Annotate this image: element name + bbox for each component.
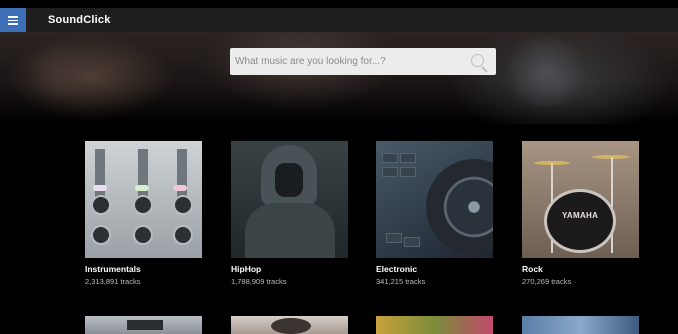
genre-card-electronic[interactable]: Electronic 341,215 tracks <box>376 141 493 286</box>
search-input[interactable] <box>230 48 468 75</box>
genre-card-partial[interactable] <box>85 316 202 334</box>
hero-banner <box>0 32 678 124</box>
genre-title[interactable]: HipHop <box>231 264 348 274</box>
genre-card-hiphop[interactable]: HipHop 1,788,909 tracks <box>231 141 348 286</box>
genre-track-count: 341,215 tracks <box>376 277 426 286</box>
app-title[interactable]: SoundClick <box>48 14 111 26</box>
hero-background-image <box>30 42 90 102</box>
genre-card-partial[interactable] <box>231 316 348 334</box>
genre-track-count: 1,788,909 tracks <box>231 277 287 286</box>
search-icon[interactable] <box>468 51 490 73</box>
genre-card-rock[interactable]: YAMAHA Rock 270,269 tracks <box>522 141 639 286</box>
top-navigation-bar: SoundClick <box>0 8 678 32</box>
genre-track-count: 270,269 tracks <box>522 277 572 286</box>
genre-card-partial[interactable] <box>376 316 493 334</box>
search-bar <box>230 48 496 75</box>
genre-thumbnail[interactable] <box>376 141 493 258</box>
genre-card-partial[interactable] <box>522 316 639 334</box>
genre-title[interactable]: Electronic <box>376 264 493 274</box>
genre-title[interactable]: Rock <box>522 264 639 274</box>
genre-thumbnail[interactable]: YAMAHA <box>522 141 639 258</box>
drum-logo-text: YAMAHA <box>562 211 599 220</box>
hamburger-menu-icon <box>8 16 18 25</box>
genre-thumbnail[interactable] <box>231 141 348 258</box>
genre-title[interactable]: Instrumentals <box>85 264 202 274</box>
genre-thumbnail[interactable] <box>85 141 202 258</box>
hero-background-highlight <box>500 37 590 107</box>
genre-card-instrumentals[interactable]: Instrumentals 2,313,891 tracks <box>85 141 202 286</box>
menu-button[interactable] <box>0 8 26 32</box>
genre-track-count: 2,313,891 tracks <box>85 277 141 286</box>
